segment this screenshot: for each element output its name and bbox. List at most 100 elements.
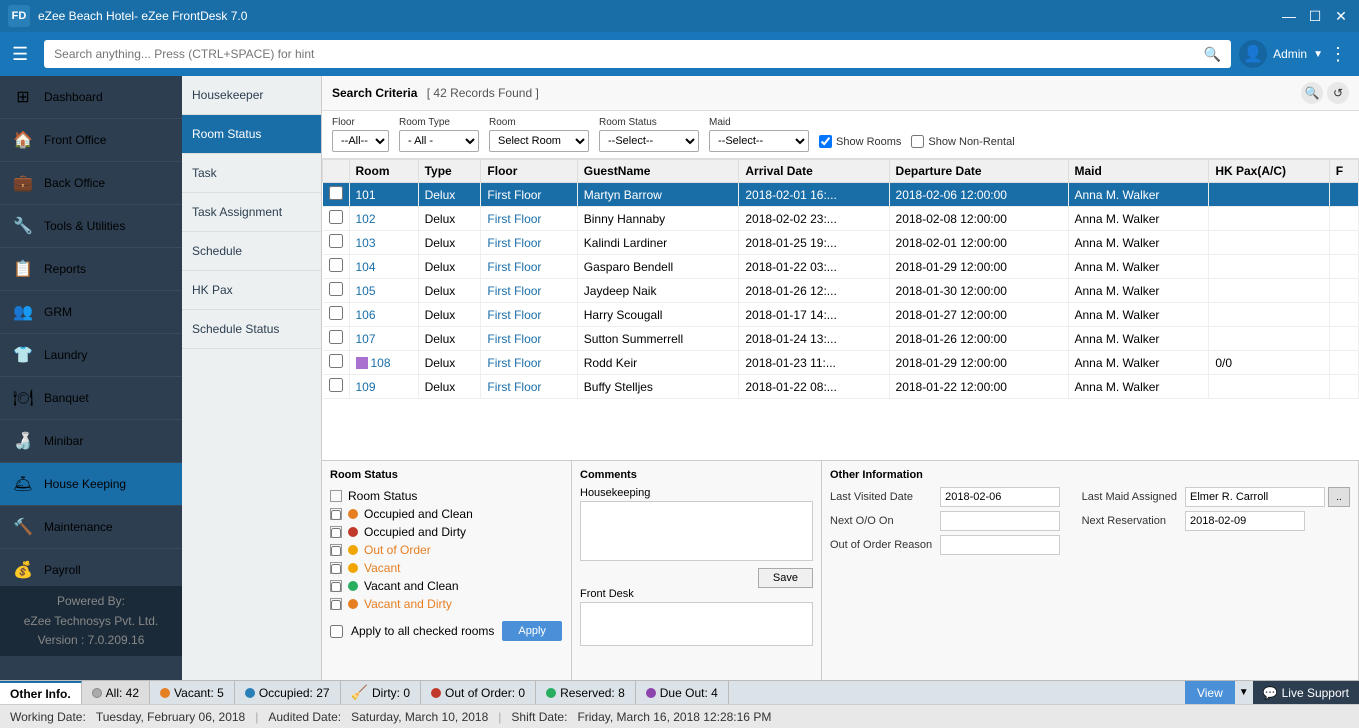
room-number-4[interactable]: 105: [349, 279, 418, 303]
sub-sidebar-item-task[interactable]: Task: [182, 154, 321, 193]
occupied-dirty-checkbox[interactable]: [330, 526, 342, 538]
sidebar-item-minibar[interactable]: 🍶Minibar: [0, 420, 182, 463]
room-select[interactable]: Select Room: [489, 130, 589, 152]
f-col-0: [1329, 183, 1358, 207]
sidebar-item-reports[interactable]: 📋Reports: [0, 248, 182, 291]
table-row[interactable]: 109 Delux First Floor Buffy Stelljes 201…: [323, 375, 1359, 399]
apply-all-checkbox[interactable]: [330, 625, 343, 638]
last-maid-input[interactable]: [1185, 487, 1325, 507]
sidebar-item-grm[interactable]: 👥GRM: [0, 291, 182, 334]
row-checkbox-6[interactable]: [329, 330, 343, 344]
tab-all[interactable]: All: 42: [82, 681, 150, 704]
sub-sidebar-item-task-assignment[interactable]: Task Assignment: [182, 193, 321, 232]
out-of-order-checkbox[interactable]: [330, 544, 342, 556]
view-button[interactable]: View: [1185, 681, 1235, 704]
room-number-2[interactable]: 103: [349, 231, 418, 255]
sub-sidebar-item-schedule[interactable]: Schedule: [182, 232, 321, 271]
row-checkbox-8[interactable]: [329, 378, 343, 392]
row-checkbox-2[interactable]: [329, 234, 343, 248]
search-input[interactable]: [54, 47, 1204, 61]
room-number-0[interactable]: 101: [349, 183, 418, 207]
table-row[interactable]: 107 Delux First Floor Sutton Summerrell …: [323, 327, 1359, 351]
maximize-button[interactable]: ☐: [1305, 8, 1325, 25]
vacant-checkbox[interactable]: [330, 562, 342, 574]
room-type-select[interactable]: - All -: [399, 130, 479, 152]
last-visited-input[interactable]: [940, 487, 1060, 507]
user-dropdown-icon[interactable]: ▼: [1313, 49, 1323, 60]
vacant-dirty-checkbox[interactable]: [330, 598, 342, 610]
row-checkbox-3[interactable]: [329, 258, 343, 272]
maid-select[interactable]: --Select--: [709, 130, 809, 152]
housekeeping-textarea[interactable]: [580, 501, 813, 561]
tab-other-info[interactable]: Other Info.: [0, 681, 82, 704]
occupied-clean-checkbox[interactable]: [330, 508, 342, 520]
floor-select[interactable]: --All--: [332, 130, 389, 152]
search-criteria-search-button[interactable]: 🔍: [1301, 82, 1323, 104]
view-dropdown-button[interactable]: ▼: [1235, 687, 1253, 698]
show-non-rental-checkbox[interactable]: [911, 135, 924, 148]
row-checkbox-5[interactable]: [329, 306, 343, 320]
tab-occupied[interactable]: Occupied: 27: [235, 681, 341, 704]
col-departure-date: Departure Date: [889, 160, 1068, 183]
table-row[interactable]: 103 Delux First Floor Kalindi Lardiner 2…: [323, 231, 1359, 255]
tab-out-of-order[interactable]: Out of Order: 0: [421, 681, 536, 704]
room-status-header: Room Status: [348, 489, 417, 503]
sidebar-item-dashboard[interactable]: ⊞Dashboard: [0, 76, 182, 119]
more-options-button[interactable]: ⋮: [1329, 44, 1347, 65]
minimize-button[interactable]: —: [1279, 8, 1299, 25]
last-maid-browse-button[interactable]: ..: [1328, 487, 1350, 507]
tab-due-out[interactable]: Due Out: 4: [636, 681, 729, 704]
row-checkbox-1[interactable]: [329, 210, 343, 224]
sidebar-item-maintenance[interactable]: 🔨Maintenance: [0, 506, 182, 549]
room-number-6[interactable]: 107: [349, 327, 418, 351]
sidebar-item-house-keeping[interactable]: 🛎House Keeping: [0, 463, 182, 506]
row-checkbox-4[interactable]: [329, 282, 343, 296]
sidebar-item-front-office[interactable]: 🏠Front Office: [0, 119, 182, 162]
table-row[interactable]: 108 Delux First Floor Rodd Keir 2018-01-…: [323, 351, 1359, 375]
table-row[interactable]: 104 Delux First Floor Gasparo Bendell 20…: [323, 255, 1359, 279]
out-of-order-input[interactable]: [940, 535, 1060, 555]
room-status-select[interactable]: --Select--: [599, 130, 699, 152]
room-number-1[interactable]: 102: [349, 207, 418, 231]
table-row[interactable]: 106 Delux First Floor Harry Scougall 201…: [323, 303, 1359, 327]
tab-dirty[interactable]: 🧹 Dirty: 0: [341, 681, 421, 704]
sidebar-item-back-office[interactable]: 💼Back Office: [0, 162, 182, 205]
user-area: 👤 Admin ▼ ⋮: [1239, 40, 1347, 68]
table-row[interactable]: 105 Delux First Floor Jaydeep Naik 2018-…: [323, 279, 1359, 303]
room-number-3[interactable]: 104: [349, 255, 418, 279]
row-checkbox-7[interactable]: [329, 354, 343, 368]
apply-button[interactable]: Apply: [502, 621, 562, 641]
room-number-7[interactable]: 108: [349, 351, 418, 375]
vacant-clean-checkbox[interactable]: [330, 580, 342, 592]
tab-due-out-label: Due Out: 4: [660, 686, 718, 700]
row-checkbox-0[interactable]: [329, 186, 343, 200]
sidebar-item-banquet[interactable]: 🍽Banquet: [0, 377, 182, 420]
table-row[interactable]: 102 Delux First Floor Binny Hannaby 2018…: [323, 207, 1359, 231]
live-support-button[interactable]: 💬 Live Support: [1253, 681, 1359, 705]
close-button[interactable]: ✕: [1331, 8, 1351, 25]
sub-sidebar-item-room-status[interactable]: Room Status: [182, 115, 321, 154]
save-button[interactable]: Save: [758, 568, 813, 588]
sub-sidebar-item-housekeeper[interactable]: Housekeeper: [182, 76, 321, 115]
front-desk-textarea[interactable]: [580, 602, 813, 646]
room-number-5[interactable]: 106: [349, 303, 418, 327]
table-row[interactable]: 101 Delux First Floor Martyn Barrow 2018…: [323, 183, 1359, 207]
hamburger-menu[interactable]: ☰: [12, 44, 28, 65]
next-oo-input[interactable]: [940, 511, 1060, 531]
sub-sidebar-item-schedule-status[interactable]: Schedule Status: [182, 310, 321, 349]
sidebar-item-laundry[interactable]: 👕Laundry: [0, 334, 182, 377]
search-criteria-refresh-button[interactable]: ↺: [1327, 82, 1349, 104]
search-input-wrap[interactable]: 🔍: [44, 40, 1231, 68]
next-reservation-input[interactable]: [1185, 511, 1305, 531]
occupied-dot: [245, 688, 255, 698]
room-number-8[interactable]: 109: [349, 375, 418, 399]
tab-reserved[interactable]: Reserved: 8: [536, 681, 636, 704]
col-hk-pax: HK Pax(A/C): [1209, 160, 1329, 183]
sidebar-item-label-tools-utilities: Tools & Utilities: [44, 219, 125, 233]
show-rooms-checkbox[interactable]: [819, 135, 832, 148]
sub-sidebar-item-hk-pax[interactable]: HK Pax: [182, 271, 321, 310]
tab-vacant[interactable]: Vacant: 5: [150, 681, 235, 704]
sep2: |: [498, 710, 501, 724]
main-content: Search Criteria [ 42 Records Found ] 🔍 ↺…: [322, 76, 1359, 680]
sidebar-item-tools-utilities[interactable]: 🔧Tools & Utilities: [0, 205, 182, 248]
